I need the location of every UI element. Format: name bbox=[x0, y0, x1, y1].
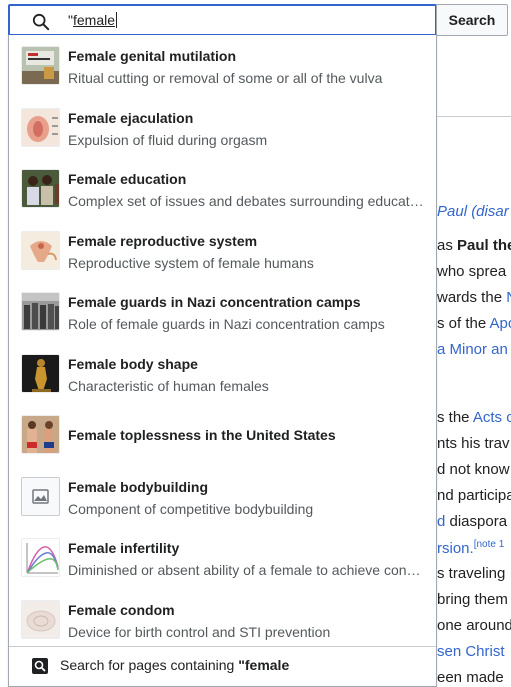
suggestion-title: Female infertility bbox=[68, 540, 180, 556]
suggestion-description: Reproductive system of female humans bbox=[68, 254, 314, 271]
search-button[interactable]: Search bbox=[436, 4, 508, 36]
article-fragment: sen Christ bbox=[437, 643, 505, 660]
search-containing-link[interactable]: Search for pages containing "female bbox=[9, 647, 436, 687]
article-fragment: d diaspora bbox=[437, 513, 508, 530]
suggestion-description: Diminished or absent ability of a female… bbox=[68, 562, 425, 578]
suggestion-item[interactable]: Female genital mutilation Ritual cutting… bbox=[9, 35, 436, 97]
full-text-search-icon bbox=[32, 658, 48, 674]
article-fragment: een made bbox=[437, 669, 504, 686]
article-fragment: nts his trav bbox=[437, 435, 510, 452]
suggestion-thumbnail bbox=[21, 415, 60, 454]
article-fragment: Paul (disar bbox=[437, 203, 509, 220]
suggestion-item[interactable]: Female ejaculation Expulsion of fluid du… bbox=[9, 97, 436, 159]
suggestion-thumbnail bbox=[21, 169, 60, 208]
suggestion-item[interactable]: Female education Complex set of issues a… bbox=[9, 158, 436, 220]
article-fragment: rsion.[note 1 bbox=[437, 539, 505, 557]
article-fragment: one around bbox=[437, 617, 511, 634]
suggestion-item[interactable]: Female body shape Characteristic of huma… bbox=[9, 343, 436, 405]
article-fragment: s of the Apo bbox=[437, 315, 511, 332]
suggestion-title: Female toplessness in the United States bbox=[68, 427, 336, 443]
article-fragment: bring them bbox=[437, 591, 508, 608]
suggestion-description: Complex set of issues and debates surrou… bbox=[68, 193, 425, 209]
suggestion-title: Female education bbox=[68, 171, 187, 187]
image-placeholder-icon bbox=[32, 488, 49, 504]
article-fragment: as Paul the bbox=[437, 237, 511, 254]
suggestion-title: Female genital mutilation bbox=[68, 48, 237, 64]
text-caret bbox=[116, 12, 118, 28]
article-fragment: a Minor an bbox=[437, 341, 508, 358]
suggestion-item[interactable]: Female guards in Nazi concentration camp… bbox=[9, 281, 436, 343]
suggestion-item[interactable]: Female toplessness in the United States bbox=[9, 404, 436, 466]
suggestion-title: Female condom bbox=[68, 601, 175, 618]
suggestion-description: Component of competitive bodybuilding bbox=[68, 500, 314, 517]
suggestion-description: Ritual cutting or removal of some or all… bbox=[68, 70, 383, 86]
suggestion-thumbnail bbox=[21, 46, 60, 85]
suggestion-thumbnail bbox=[21, 538, 60, 577]
suggestion-thumbnail bbox=[21, 292, 60, 331]
suggestion-description: Device for birth control and STI prevent… bbox=[68, 623, 331, 640]
article-fragment: who sprea bbox=[437, 263, 507, 280]
suggestion-title: Female ejaculation bbox=[68, 109, 194, 126]
article-divider bbox=[437, 116, 511, 117]
suggestion-description: Expulsion of fluid during orgasm bbox=[68, 131, 268, 148]
suggestion-item[interactable]: Female condom Device for birth control a… bbox=[9, 589, 436, 651]
suggestion-title: Female guards in Nazi concentration camp… bbox=[68, 294, 361, 310]
search-icon bbox=[32, 13, 50, 31]
footer-label: Search for pages containing "female bbox=[60, 657, 290, 673]
suggestion-description: Role of female guards in Nazi concentrat… bbox=[68, 316, 385, 332]
article-fragment: nd participa bbox=[437, 487, 511, 504]
article-fragment: s the Acts o bbox=[437, 409, 511, 426]
suggestion-description: Characteristic of human females bbox=[68, 377, 269, 394]
suggestion-item[interactable]: Female bodybuilding Component of competi… bbox=[9, 466, 436, 528]
article-fragment: d not know bbox=[437, 461, 510, 478]
suggestion-thumbnail-placeholder bbox=[21, 476, 60, 516]
search-input[interactable]: "female bbox=[8, 4, 437, 36]
suggestion-title: Female reproductive system bbox=[68, 232, 258, 249]
article-fragment: wards the N bbox=[437, 289, 511, 306]
suggestion-thumbnail bbox=[21, 230, 60, 270]
suggestion-item[interactable]: Female reproductive system Reproductive … bbox=[9, 220, 436, 282]
suggestion-title: Female body shape bbox=[68, 355, 198, 372]
suggestions-dropdown: Female genital mutilation Ritual cutting… bbox=[8, 35, 437, 687]
article-fragment: s traveling bbox=[437, 565, 506, 582]
suggestion-title: Female bodybuilding bbox=[68, 478, 209, 495]
suggestion-thumbnail bbox=[21, 107, 60, 147]
suggestion-item[interactable]: Female infertility Diminished or absent … bbox=[9, 527, 436, 589]
suggestion-thumbnail bbox=[21, 599, 60, 639]
search-query-text: "female bbox=[68, 11, 118, 29]
suggestion-thumbnail bbox=[21, 353, 60, 393]
query-underlined: female bbox=[72, 12, 116, 28]
